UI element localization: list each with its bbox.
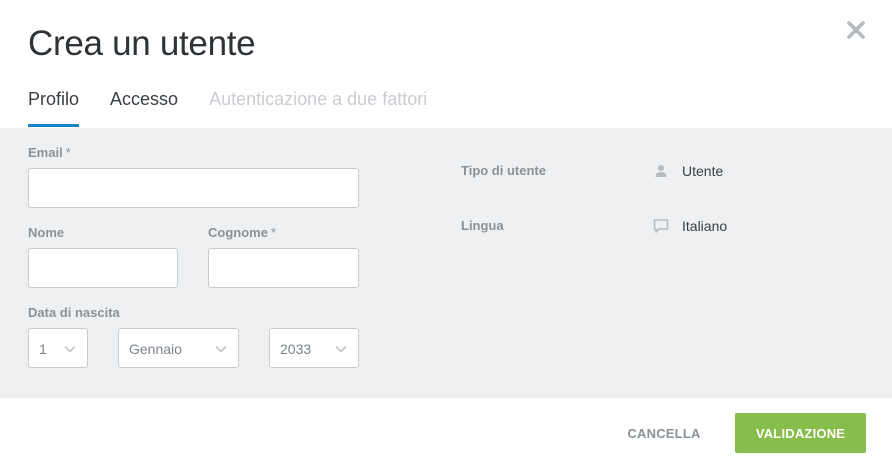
- user-icon: [653, 163, 669, 179]
- nome-label: Nome: [28, 225, 65, 240]
- cognome-input[interactable]: [208, 248, 359, 288]
- user-type-value: Utente: [682, 163, 724, 179]
- form-panel: Email * Nome Cognome * Data di nascita 1 G…: [0, 128, 892, 398]
- birth-day-value: 1: [39, 341, 47, 357]
- create-user-dialog: Crea un utente Profilo Accesso Autentica…: [0, 0, 892, 466]
- dialog-title: Crea un utente: [28, 24, 256, 63]
- email-label: Email *: [28, 145, 71, 160]
- tab-bar: Profilo Accesso Autenticazione a due fat…: [28, 86, 458, 128]
- language-value: Italiano: [682, 218, 728, 234]
- chevron-down-icon: [334, 343, 348, 355]
- birth-month-value: Gennaio: [129, 341, 182, 357]
- validate-button[interactable]: VALIDAZIONE: [735, 413, 866, 453]
- chevron-down-icon: [214, 343, 228, 355]
- birth-year-value: 2033: [280, 341, 312, 357]
- required-mark: *: [270, 225, 277, 240]
- close-icon[interactable]: [845, 19, 867, 41]
- tab-accesso[interactable]: Accesso: [110, 86, 178, 128]
- chevron-down-icon: [63, 343, 77, 355]
- tab-profilo[interactable]: Profilo: [28, 86, 80, 128]
- language-label: Lingua: [461, 218, 504, 233]
- birth-day-select[interactable]: 1: [28, 328, 88, 368]
- required-mark: *: [65, 145, 71, 160]
- speech-bubble-icon: [653, 218, 669, 234]
- birth-month-select[interactable]: Gennaio: [118, 328, 239, 368]
- user-type-label: Tipo di utente: [461, 163, 546, 178]
- birthdate-label: Data di nascita: [28, 305, 120, 320]
- nome-input[interactable]: [28, 248, 178, 288]
- email-input[interactable]: [28, 168, 359, 208]
- cancel-button[interactable]: CANCELLA: [612, 414, 716, 452]
- birth-year-select[interactable]: 2033: [269, 328, 359, 368]
- tab-two-factor: Autenticazione a due fattori: [209, 89, 428, 109]
- cognome-label-text: Cognome: [208, 225, 268, 240]
- email-label-text: Email: [28, 145, 63, 160]
- cognome-label: Cognome *: [208, 225, 276, 240]
